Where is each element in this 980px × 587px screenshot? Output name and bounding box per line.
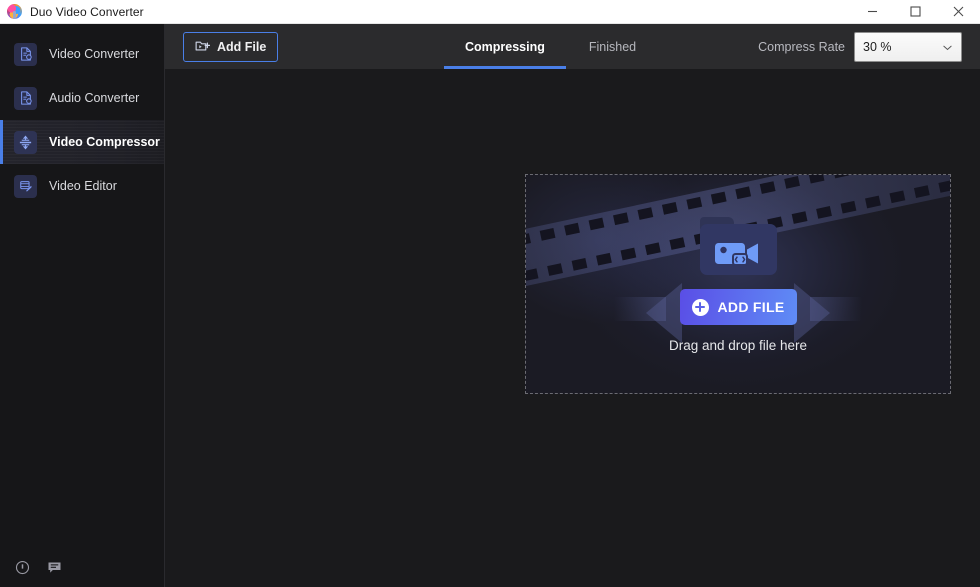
close-icon[interactable] — [937, 0, 980, 24]
folder-plus-icon — [195, 39, 210, 54]
add-file-cta-button[interactable]: ADD FILE — [679, 289, 797, 325]
dropzone-content: ADD FILE Drag and drop file here — [526, 175, 950, 393]
video-edit-icon — [14, 174, 37, 198]
video-camera-icon — [714, 239, 762, 274]
add-file-cta-label: ADD FILE — [717, 299, 785, 315]
info-icon[interactable] — [14, 559, 30, 575]
sidebar-item-label: Video Converter — [49, 47, 140, 61]
sidebar-item-label: Video Compressor — [49, 135, 160, 149]
sidebar: Video Converter Audio Converter Video Co… — [0, 24, 165, 587]
compress-rate-value: 30 % — [863, 39, 892, 54]
sidebar-item-label: Audio Converter — [49, 91, 140, 105]
sidebar-item-video-editor[interactable]: Video Editor — [0, 164, 164, 208]
file-convert-icon — [14, 42, 37, 66]
duo-app-logo-icon — [7, 4, 22, 19]
window-controls — [851, 0, 980, 24]
tab-bar: Compressing Finished — [443, 24, 658, 69]
compress-rate-label: Compress Rate — [758, 39, 845, 54]
sidebar-item-video-converter[interactable]: Video Converter — [0, 32, 164, 76]
main-area: Add File Compressing Finished Compress R… — [165, 24, 980, 587]
folder-video-icon — [699, 217, 777, 275]
plus-circle-icon — [691, 298, 709, 316]
app-window: Duo Video Converter Video Converter Audi… — [0, 0, 980, 587]
content-area: ADD FILE Drag and drop file here — [165, 69, 980, 587]
feedback-icon[interactable] — [46, 559, 62, 575]
tab-finished[interactable]: Finished — [567, 24, 658, 69]
maximize-icon[interactable] — [894, 0, 937, 24]
tab-compressing[interactable]: Compressing — [443, 24, 567, 69]
compress-rate-select[interactable]: 30 % — [854, 31, 962, 62]
window-body: Video Converter Audio Converter Video Co… — [0, 24, 980, 587]
sidebar-item-label: Video Editor — [49, 179, 117, 193]
toolbar: Add File Compressing Finished Compress R… — [165, 24, 980, 69]
sidebar-item-video-compressor[interactable]: Video Compressor — [0, 120, 164, 164]
add-file-button[interactable]: Add File — [183, 31, 279, 62]
chevron-down-icon — [943, 40, 952, 54]
tab-label: Finished — [588, 39, 637, 54]
compress-icon — [14, 130, 37, 154]
tab-label: Compressing — [465, 39, 545, 54]
window-title: Duo Video Converter — [30, 4, 144, 19]
file-dropzone[interactable]: ADD FILE Drag and drop file here — [525, 174, 951, 394]
add-file-button-label: Add File — [217, 39, 267, 54]
title-bar-left: Duo Video Converter — [0, 4, 144, 19]
drag-drop-hint: Drag and drop file here — [668, 338, 808, 353]
sidebar-item-audio-converter[interactable]: Audio Converter — [0, 76, 164, 120]
file-convert-icon — [14, 86, 37, 110]
sidebar-footer — [0, 547, 164, 587]
minimize-icon[interactable] — [851, 0, 894, 24]
sidebar-nav: Video Converter Audio Converter Video Co… — [0, 24, 164, 208]
compress-rate-group: Compress Rate 30 % — [758, 31, 962, 62]
title-bar: Duo Video Converter — [0, 0, 980, 24]
